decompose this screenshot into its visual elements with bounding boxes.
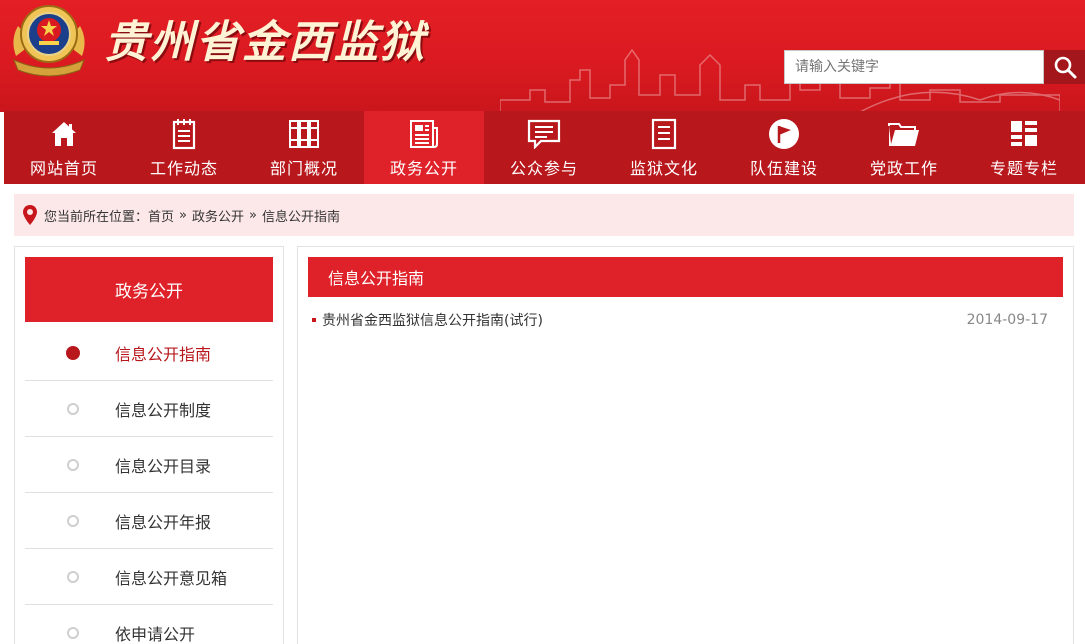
main-nav: 网站首页 工作动态 部门概况 政务公开 公众参与 监狱文化 队伍建设 党政工作 … (4, 111, 1085, 184)
article-link[interactable]: 贵州省金西监狱信息公开指南(试行) (322, 310, 967, 330)
content-panel: 信息公开指南 贵州省金西监狱信息公开指南(试行) 2014-09-17 (297, 246, 1074, 644)
sidebar-menu: 信息公开指南 信息公开制度 信息公开目录 信息公开年报 信息公开意见箱 依申请公… (25, 325, 273, 644)
flag-icon (769, 119, 799, 149)
newspaper-icon (410, 120, 438, 148)
grid-icon (1011, 121, 1037, 146)
nav-item-government-affairs[interactable]: 政务公开 (364, 111, 484, 184)
home-icon (52, 122, 76, 146)
site-title: 贵州省金西监狱 (104, 17, 426, 68)
bullet-icon (67, 402, 79, 415)
nav-item-prison-culture[interactable]: 监狱文化 (604, 111, 724, 184)
article-date: 2014-09-17 (966, 312, 1048, 328)
sidebar-item-disclosure-guide[interactable]: 信息公开指南 (25, 325, 273, 381)
sidebar-item-label: 信息公开意见箱 (115, 568, 228, 588)
nav-label: 网站首页 (29, 159, 98, 178)
nav-label: 部门概况 (269, 159, 338, 178)
bullet-icon (67, 458, 79, 471)
sidebar-item-annual-report[interactable]: 信息公开年报 (25, 493, 273, 549)
nav-label: 公众参与 (509, 159, 578, 178)
sidebar-item-label: 信息公开制度 (115, 400, 212, 420)
breadcrumb-current[interactable]: 信息公开指南 (262, 206, 340, 225)
nav-label: 监狱文化 (629, 159, 698, 178)
sidebar-item-disclosure-catalog[interactable]: 信息公开目录 (25, 437, 273, 493)
sidebar-item-feedback-box[interactable]: 信息公开意见箱 (25, 549, 273, 605)
nav-label: 政务公开 (389, 159, 458, 178)
sidebar-item-label: 依申请公开 (115, 624, 196, 644)
search-input[interactable] (784, 50, 1044, 84)
bullet-icon (67, 514, 79, 527)
nav-label: 专题专栏 (989, 159, 1058, 178)
sidebar-item-label: 信息公开目录 (115, 456, 212, 476)
chat-icon (527, 119, 561, 149)
sidebar: 政务公开 信息公开指南 信息公开制度 信息公开目录 信息公开年报 信息公开意见箱… (14, 246, 284, 644)
content-title: 信息公开指南 (308, 257, 1063, 297)
nav-item-team-building[interactable]: 队伍建设 (724, 111, 844, 184)
police-emblem-icon (13, 5, 85, 77)
breadcrumb-separator: » (179, 207, 187, 223)
bullet-icon (67, 570, 79, 583)
breadcrumb-prefix: 您当前所在位置： (44, 209, 149, 225)
sidebar-item-label: 信息公开指南 (115, 344, 212, 364)
breadcrumb-home-link[interactable]: 首页 (148, 206, 174, 225)
location-pin-icon (23, 205, 37, 225)
site-header: 贵州省金西监狱 (0, 0, 1085, 112)
nav-label: 党政工作 (869, 159, 938, 178)
nav-item-public-participation[interactable]: 公众参与 (484, 111, 604, 184)
nav-label: 工作动态 (149, 159, 218, 178)
bullet-icon (312, 318, 316, 322)
breadcrumb-section-link[interactable]: 政务公开 (192, 206, 244, 225)
folder-icon (888, 123, 919, 146)
list-item: 贵州省金西监狱信息公开指南(试行) 2014-09-17 (312, 309, 1048, 331)
sidebar-item-disclosure-system[interactable]: 信息公开制度 (25, 381, 273, 437)
breadcrumb: 您当前所在位置： 首页 » 政务公开 » 信息公开指南 (14, 194, 1074, 236)
bullet-icon (66, 345, 80, 360)
nav-item-home[interactable]: 网站首页 (4, 111, 124, 184)
notepad-icon (172, 119, 196, 150)
nav-item-news[interactable]: 工作动态 (124, 111, 244, 184)
nav-item-special-topics[interactable]: 专题专栏 (964, 111, 1084, 184)
document-icon (651, 118, 677, 150)
sidebar-item-label: 信息公开年报 (115, 512, 212, 532)
nav-item-department[interactable]: 部门概况 (244, 111, 364, 184)
sidebar-title: 政务公开 (25, 257, 273, 322)
bullet-icon (67, 626, 79, 639)
sidebar-item-on-request[interactable]: 依申请公开 (25, 605, 273, 644)
nav-item-party-work[interactable]: 党政工作 (844, 111, 964, 184)
breadcrumb-separator: » (249, 207, 257, 223)
books-icon (289, 120, 319, 148)
search-button[interactable] (1044, 50, 1085, 84)
search-icon (1054, 56, 1076, 79)
nav-label: 队伍建设 (749, 159, 818, 178)
